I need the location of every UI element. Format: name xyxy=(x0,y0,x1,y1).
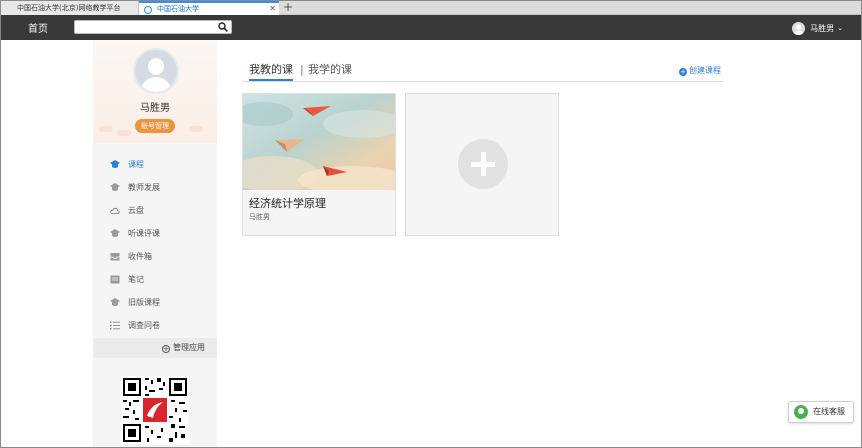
tab-my-learning[interactable]: 我学的课 xyxy=(308,62,352,78)
browser-window: 中国石油大学(北京)网络教学平台 中国石油大学 ✕ + 首页 马胜男 ⌄ 马胜男… xyxy=(0,0,862,448)
profile-avatar[interactable] xyxy=(133,48,179,94)
online-service-button[interactable]: 在线客服 xyxy=(788,401,854,423)
inbox-icon xyxy=(110,253,120,261)
tab-separator: | xyxy=(300,63,304,76)
search-icon[interactable] xyxy=(218,22,228,32)
plus-circle-icon: + xyxy=(679,68,687,76)
sidebar-item-label: 云盘 xyxy=(128,206,144,215)
avatar xyxy=(792,21,806,35)
sidebar-item-lecture-review[interactable]: 听课评课 xyxy=(93,222,217,245)
browser-tab-strip: 中国石油大学(北京)网络教学平台 中国石油大学 ✕ + xyxy=(1,1,861,15)
sidebar-item-label: 听课评课 xyxy=(128,229,160,238)
sidebar-item-cloud-drive[interactable]: 云盘 xyxy=(93,199,217,222)
list-icon xyxy=(110,321,120,330)
search-box xyxy=(74,20,232,40)
browser-tab-platform[interactable]: 中国石油大学(北京)网络教学平台 xyxy=(1,1,139,15)
manage-apps-label: 管理应用 xyxy=(173,343,205,352)
globe-icon xyxy=(144,6,152,14)
sidebar-item-label: 笔记 xyxy=(128,275,144,284)
plus-icon xyxy=(458,139,508,189)
manage-apps-button[interactable]: + 管理应用 xyxy=(93,338,217,358)
sidebar-item-survey[interactable]: 调查问卷 xyxy=(93,314,217,337)
graduation-cap-icon xyxy=(110,160,120,168)
online-service-label: 在线客服 xyxy=(813,407,845,416)
graduation-cap-icon xyxy=(110,183,120,191)
decoration xyxy=(117,130,131,136)
course-teacher: 马胜男 xyxy=(249,213,270,221)
user-name: 马胜男 xyxy=(810,23,835,33)
tab-label: 中国石油大学 xyxy=(157,5,199,13)
user-menu[interactable]: 马胜男 ⌄ xyxy=(792,20,843,36)
course-cover-image xyxy=(243,94,395,190)
create-course-button[interactable]: + 创建课程 xyxy=(679,65,721,77)
profile-card: 马胜男 账号管理 xyxy=(93,40,217,143)
search-input[interactable] xyxy=(75,27,215,40)
sidebar-item-inbox[interactable]: 收件箱 xyxy=(93,245,217,268)
profile-name: 马胜男 xyxy=(140,103,170,114)
sidebar: 马胜男 账号管理 课程 教师发展 云盘 听课评课 收件箱 笔记 旧版课程 调查问… xyxy=(93,40,217,447)
sidebar-item-label: 课程 xyxy=(128,160,144,169)
chevron-down-icon: ⌄ xyxy=(837,24,843,32)
sidebar-item-teacher-development[interactable]: 教师发展 xyxy=(93,176,217,199)
sidebar-menu: 课程 教师发展 云盘 听课评课 收件箱 笔记 旧版课程 调查问卷 xyxy=(93,153,217,337)
sidebar-item-label: 教师发展 xyxy=(128,183,160,192)
home-link[interactable]: 首页 xyxy=(28,20,48,35)
graduation-cap-icon xyxy=(110,298,120,306)
sidebar-item-legacy-courses[interactable]: 旧版课程 xyxy=(93,291,217,314)
graduation-cap-icon xyxy=(110,229,120,237)
qr-code xyxy=(121,376,189,444)
tab-label: 中国石油大学(北京)网络教学平台 xyxy=(17,4,121,12)
browser-tab-university[interactable]: 中国石油大学 ✕ xyxy=(139,1,279,15)
plus-circle-icon: + xyxy=(162,345,170,353)
note-icon xyxy=(110,275,120,284)
close-icon[interactable]: ✕ xyxy=(269,3,276,15)
course-card[interactable]: 经济统计学原理 马胜男 xyxy=(242,93,396,236)
sidebar-item-label: 旧版课程 xyxy=(128,298,160,307)
account-settings-button[interactable]: 账号管理 xyxy=(135,119,175,133)
create-course-label: 创建课程 xyxy=(689,66,721,75)
course-title[interactable]: 经济统计学原理 xyxy=(249,195,326,211)
tab-my-teaching[interactable]: 我教的课 xyxy=(249,62,293,81)
sidebar-item-notes[interactable]: 笔记 xyxy=(93,268,217,291)
cloud-icon xyxy=(110,207,120,214)
new-tab-button[interactable]: + xyxy=(283,1,293,14)
decoration xyxy=(99,126,113,132)
decoration xyxy=(189,126,203,132)
headset-icon xyxy=(794,405,808,419)
top-navbar: 首页 马胜男 ⌄ xyxy=(1,15,861,40)
sidebar-item-label: 收件箱 xyxy=(128,252,152,261)
course-tabs: 我教的课 | 我学的课 + 创建课程 xyxy=(242,62,723,82)
sidebar-item-label: 调查问卷 xyxy=(128,321,160,330)
sidebar-item-courses[interactable]: 课程 xyxy=(93,153,217,176)
add-course-card[interactable] xyxy=(405,93,559,236)
